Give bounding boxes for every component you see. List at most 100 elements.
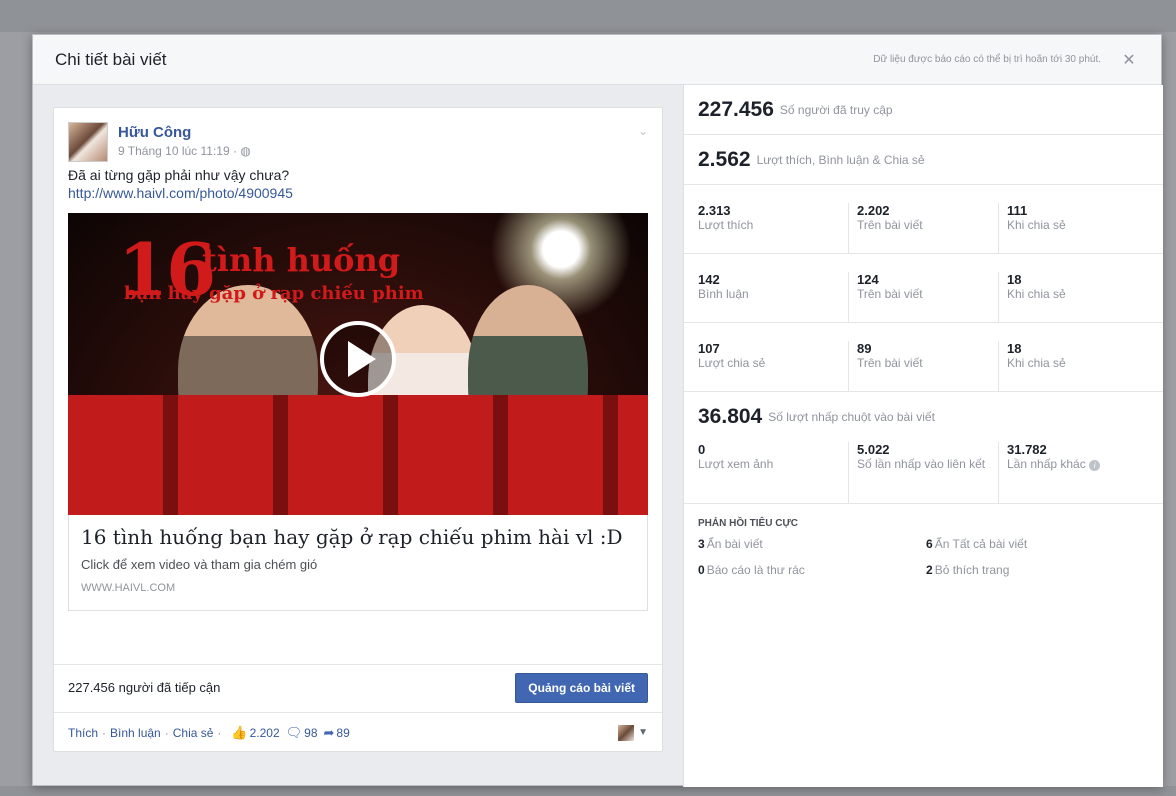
stats-panel: 227.456 Số người đã truy cập 2.562 Lượt … [683, 85, 1163, 787]
separator: · [102, 725, 107, 740]
stat-cell: 89 Trên bài viết [848, 341, 998, 391]
thumbnail-headline: tình huống [202, 241, 401, 279]
negative-feedback-grid: 3 Ẩn bài viết 6 Ẩn Tất cả bài viết 0 Báo cá… [684, 529, 1163, 577]
negative-value: 6 [926, 537, 933, 551]
engagement-stat: 2.562 Lượt thích, Bình luận & Chia sẻ [684, 135, 1163, 185]
stat-label: Trên bài viết [857, 356, 923, 370]
stat-cell: 107 Lượt chia sẻ [698, 341, 848, 391]
background-topbar [0, 0, 1176, 32]
post-timestamp[interactable]: 9 Tháng 10 lúc 11:19 · ◍ [118, 144, 251, 158]
info-icon[interactable]: i [1089, 460, 1101, 471]
reach-value: 227.456 [698, 97, 774, 121]
negative-label: Ẩn bài viết [706, 537, 763, 551]
play-button[interactable] [320, 321, 396, 397]
clicks-label: Số lượt nhấp chuột vào bài viết [768, 410, 935, 424]
comment-link[interactable]: Bình luận [110, 726, 161, 740]
post-card: Hữu Công 9 Tháng 10 lúc 11:19 · ◍ ⌄ Đã a… [53, 107, 663, 752]
stat-value: 2.313 [698, 203, 731, 218]
stat-label: Khi chia sẻ [1007, 287, 1066, 301]
post-as-selector[interactable]: ▼ [618, 724, 648, 741]
thumbnail-subheadline: bạn hay gặp ở rạp chiếu phim [124, 283, 424, 304]
stat-cell: 5.022 Số lần nhấp vào liên kết [848, 442, 998, 503]
dialog-title: Chi tiết bài viết [55, 49, 167, 69]
stat-value: 2.202 [857, 203, 890, 218]
stat-value: 124 [857, 272, 879, 287]
negative-feedback-heading: PHẢN HỒI TIÊU CỰC [698, 518, 798, 529]
cinema-seats [68, 395, 648, 515]
likes-count[interactable]: 👍 2.202 [231, 725, 279, 741]
reach-row: 227.456 người đã tiếp cận Quảng cáo bài … [54, 664, 662, 710]
stat-value: 5.022 [857, 442, 890, 457]
post-time-text: 9 Tháng 10 lúc 11:19 · [118, 144, 241, 158]
likes-count-value: 2.202 [249, 725, 280, 740]
reach-text: 227.456 người đã tiếp cận [68, 680, 221, 695]
link-preview-domain: WWW.HAIVL.COM [81, 582, 176, 594]
share-link[interactable]: Chia sẻ [173, 726, 214, 740]
stat-label: Khi chia sẻ [1007, 218, 1066, 232]
reach-label: Số người đã truy cập [779, 102, 893, 117]
video-thumbnail[interactable]: 16 tình huống bạn hay gặp ở rạp chiếu ph… [68, 213, 648, 515]
stat-label: Lượt chia sẻ [698, 356, 766, 370]
negative-value: 3 [698, 537, 705, 551]
separator: · [217, 725, 222, 740]
stat-value: 0 [698, 442, 706, 457]
stat-value: 31.782 [1007, 442, 1047, 457]
negative-value: 2 [926, 563, 933, 577]
stat-value: 89 [857, 341, 872, 356]
other-clicks-label: Lần nhấp khác i [1007, 457, 1148, 471]
negative-item: 0 Báo cáo là thư rác [698, 563, 926, 577]
post-text: Đã ai từng gặp phải như vậy chưa? [68, 167, 290, 183]
stat-value: 18 [1007, 341, 1022, 356]
boost-post-button[interactable]: Quảng cáo bài viết [515, 672, 648, 703]
link-preview[interactable]: 16 tình huống bạn hay gặp ở rạp chiếu ph… [68, 515, 648, 611]
negative-item: 3 Ẩn bài viết [698, 537, 926, 551]
share-arrow-icon: ➦ [323, 724, 335, 740]
stat-value: 142 [698, 272, 720, 287]
author-name[interactable]: Hữu Công [118, 124, 251, 141]
stat-cell: 2.202 Trên bài viết [848, 203, 998, 253]
close-icon[interactable]: ✕ [1119, 50, 1139, 70]
like-link[interactable]: Thích [68, 726, 98, 740]
clicks-breakdown-row: 0 Lượt xem ảnh 5.022 Số lần nhấp vào liên … [684, 438, 1163, 504]
author-avatar[interactable] [68, 122, 108, 162]
separator: · [164, 725, 169, 740]
stat-cell: 2.313 Lượt thích [698, 203, 848, 253]
stat-label-text: Lần nhấp khác [1007, 457, 1086, 471]
negative-label: Báo cáo là thư rác [706, 563, 805, 577]
negative-item: 6 Ẩn Tất cả bài viết [926, 537, 1154, 551]
post-link[interactable]: http://www.haivl.com/photo/4900945 [54, 185, 662, 201]
stat-cell: 18 Khi chia sẻ [998, 341, 1148, 391]
stat-label: Trên bài viết [857, 287, 923, 301]
likes-breakdown-row: 2.313 Lượt thích 2.202 Trên bài viết 111 Kh… [684, 185, 1163, 254]
stat-cell: 0 Lượt xem ảnh [698, 442, 848, 503]
stat-cell: 142 Bình luận [698, 272, 848, 322]
link-preview-description: Click để xem video và tham gia chém gió [81, 557, 318, 572]
stat-value: 107 [698, 341, 720, 356]
negative-value: 0 [698, 563, 705, 577]
post-actions: Thích · Bình luận · Chia sẻ · 👍 2.202 🗨 98… [54, 712, 662, 752]
stat-cell: 18 Khi chia sẻ [998, 272, 1148, 322]
stat-label: Khi chia sẻ [1007, 356, 1066, 370]
stat-label: Lượt xem ảnh [698, 457, 774, 471]
comment-icon: 🗨 [285, 724, 303, 740]
stat-label: Số lần nhấp vào liên kết [857, 457, 986, 471]
shares-breakdown-row: 107 Lượt chia sẻ 89 Trên bài viết 18 Khi ch… [684, 323, 1163, 392]
chevron-down-icon[interactable]: ⌄ [638, 124, 648, 138]
negative-label: Ẩn Tất cả bài viết [934, 537, 1028, 551]
thumbs-up-icon: 👍 [231, 724, 248, 740]
shares-count-value: 89 [336, 725, 350, 740]
stat-cell: 31.782 Lần nhấp khác i [998, 442, 1148, 503]
post-details-dialog: Chi tiết bài viết Dữ liệu được báo cáo c… [32, 34, 1163, 787]
post-meta: Hữu Công 9 Tháng 10 lúc 11:19 · ◍ [118, 122, 251, 166]
shares-count[interactable]: ➦ 89 [324, 725, 350, 741]
stat-value: 18 [1007, 272, 1022, 287]
comments-count-value: 98 [304, 725, 318, 740]
comments-count[interactable]: 🗨 98 [286, 725, 318, 741]
comments-breakdown-row: 142 Bình luận 124 Trên bài viết 18 Khi chia… [684, 254, 1163, 323]
link-preview-title: 16 tình huống bạn hay gặp ở rạp chiếu ph… [81, 525, 623, 549]
globe-icon: ◍ [240, 144, 251, 158]
caret-down-icon: ▼ [638, 727, 648, 738]
stat-label: Trên bài viết [857, 218, 923, 232]
stat-cell: 111 Khi chia sẻ [998, 203, 1148, 253]
clicks-stat: 36.804 Số lượt nhấp chuột vào bài viết [684, 396, 1163, 438]
